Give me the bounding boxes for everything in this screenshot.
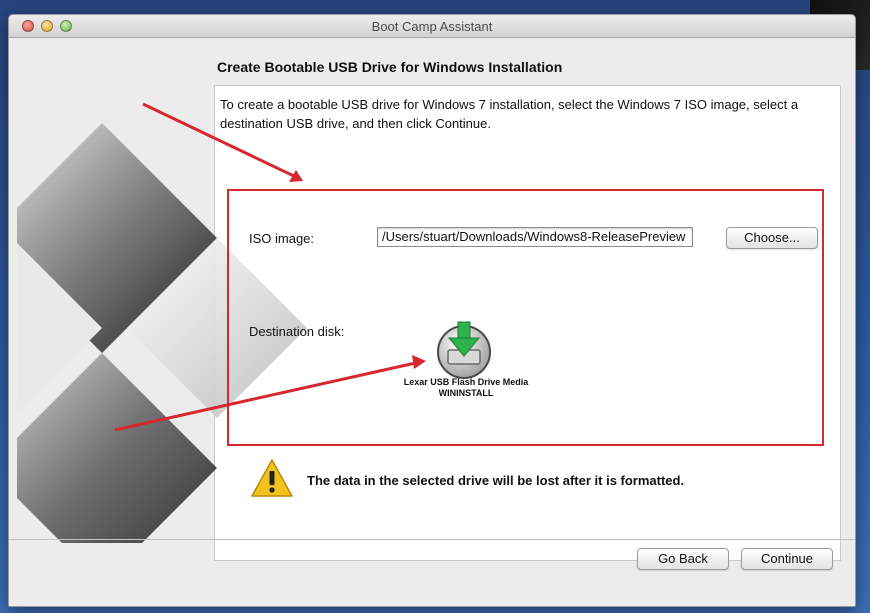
iso-path-field[interactable]: /Users/stuart/Downloads/Windows8-Release… <box>377 227 693 247</box>
iso-image-label: ISO image: <box>249 231 315 246</box>
title-bar[interactable]: Boot Camp Assistant <box>9 15 855 38</box>
disk-name[interactable]: Lexar USB Flash Drive Media WININSTALL <box>371 377 561 399</box>
footer-divider <box>9 539 855 540</box>
warning-text: The data in the selected drive will be l… <box>307 473 685 488</box>
continue-button[interactable]: Continue <box>741 548 833 570</box>
usb-disk-icon[interactable] <box>434 320 494 380</box>
instructions-text: To create a bootable USB drive for Windo… <box>220 97 799 131</box>
page-title: Create Bootable USB Drive for Windows In… <box>217 59 563 75</box>
disk-name-line2: WININSTALL <box>438 388 494 398</box>
destination-disk-label: Destination disk: <box>249 324 345 339</box>
go-back-button[interactable]: Go Back <box>637 548 729 570</box>
disk-name-line1: Lexar USB Flash Drive Media <box>403 377 529 387</box>
warning-icon <box>251 459 293 497</box>
boot-camp-assistant-window: Boot Camp Assistant Create Bootable USB … <box>8 14 856 607</box>
window-title: Boot Camp Assistant <box>371 19 493 34</box>
choose-button[interactable]: Choose... <box>726 227 818 249</box>
